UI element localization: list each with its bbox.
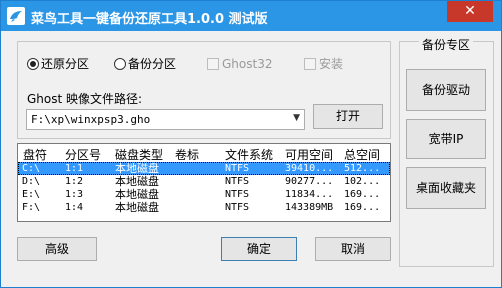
backup-driver-label: 备份驱动 [421,83,470,97]
bird-icon [7,7,25,25]
cancel-button[interactable]: 取消 [315,237,391,261]
open-file-button-label: 打开 [335,109,360,123]
partition-table[interactable]: 盘符 分区号 磁盘类型 卷标 文件系统 可用空间 总空间 C:\ 1:1 本地磁… [17,143,391,222]
cell-drive: D:\ [22,176,41,187]
ok-button-label: 确定 [246,242,271,256]
radio-backup-label: 备份分区 [128,57,177,71]
checkbox-install-label: 安装 [319,57,344,71]
advanced-button-label: 高级 [44,242,69,256]
cell-disk-type: 本地磁盘 [115,175,159,188]
cell-drive: F:\ [22,202,41,213]
table-row[interactable]: E:\ 1:3 本地磁盘 NTFS 11834... 169... [18,188,390,201]
desktop-favorites-label: 桌面收藏夹 [415,181,476,195]
cell-drive: C:\ [22,163,41,174]
column-header[interactable]: 文件系统 [225,146,273,163]
advanced-button[interactable]: 高级 [17,237,97,261]
ghost-path-value: F:\xp\winxpsp3.gho [31,113,151,126]
cell-disk-type: 本地磁盘 [115,188,159,201]
ok-button[interactable]: 确定 [221,237,297,261]
desktop-favorites-button[interactable]: 桌面收藏夹 [406,167,486,209]
checkbox-icon [304,58,316,70]
cell-disk-type: 本地磁盘 [115,162,159,175]
radio-checked-icon [27,58,39,70]
cell-filesystem: NTFS [225,163,250,174]
radio-restore-partition[interactable]: 还原分区 [27,56,89,72]
table-row[interactable]: D:\ 1:2 本地磁盘 NTFS 90277... 102... [18,175,390,188]
cell-free-space: 11834... [285,189,334,200]
cell-drive: E:\ [22,189,41,200]
close-icon: ✕ [464,3,476,19]
backup-driver-button[interactable]: 备份驱动 [406,69,486,111]
ghost-path-label: Ghost 映像文件路径: [27,92,143,106]
column-header[interactable]: 磁盘类型 [115,146,163,163]
cell-total-space: 512... [344,163,381,174]
ghost-path-combobox[interactable]: F:\xp\winxpsp3.gho ▼ [26,109,305,130]
column-header[interactable]: 可用空间 [285,146,333,163]
column-header[interactable]: 分区号 [65,146,101,163]
checkbox-ghost32[interactable]: Ghost32 [207,56,272,72]
cell-filesystem: NTFS [225,176,250,187]
column-header[interactable]: 卷标 [175,146,199,163]
cell-disk-type: 本地磁盘 [115,201,159,214]
cell-partition: 1:3 [65,189,84,200]
cell-free-space: 90277... [285,176,334,187]
cell-total-space: 102... [344,176,381,187]
broadband-ip-label: 宽带IP [428,132,464,146]
checkbox-ghost32-label: Ghost32 [222,57,273,71]
chevron-down-icon[interactable]: ▼ [293,113,300,123]
broadband-ip-button[interactable]: 宽带IP [406,119,486,159]
cell-partition: 1:4 [65,202,84,213]
client-area: 还原分区 备份分区 Ghost32 安装 Ghost 映像文件路径: F:\xp… [1,31,501,287]
cell-free-space: 39410... [285,163,334,174]
cell-partition: 1:1 [65,163,84,174]
title-bar[interactable]: 菜鸟工具一键备份还原工具1.0.0 测试版 ✕ [1,1,501,31]
cell-partition: 1:2 [65,176,84,187]
window-title: 菜鸟工具一键备份还原工具1.0.0 测试版 [31,12,268,27]
cell-filesystem: NTFS [225,189,250,200]
cell-total-space: 169... [344,202,381,213]
radio-backup-partition[interactable]: 备份分区 [114,56,176,72]
backup-panel-title: 备份专区 [419,36,474,53]
checkbox-install[interactable]: 安装 [304,56,343,72]
app-window: 菜鸟工具一键备份还原工具1.0.0 测试版 ✕ 还原分区 备份分区 Ghost3… [0,0,502,288]
close-button[interactable]: ✕ [447,1,493,22]
cell-total-space: 169... [344,189,381,200]
cell-filesystem: NTFS [225,202,250,213]
radio-unchecked-icon [114,58,126,70]
open-file-button[interactable]: 打开 [313,104,383,129]
table-row[interactable]: F:\ 1:4 本地磁盘 NTFS 143389MB 169... [18,201,390,214]
table-header: 盘符 分区号 磁盘类型 卷标 文件系统 可用空间 总空间 [18,144,390,163]
table-row[interactable]: C:\ 1:1 本地磁盘 NTFS 39410... 512... [18,162,390,175]
radio-restore-label: 还原分区 [41,57,90,71]
cancel-button-label: 取消 [340,242,365,256]
column-header[interactable]: 总空间 [344,146,380,163]
cell-free-space: 143389MB [285,202,334,213]
checkbox-icon [207,58,219,70]
column-header[interactable]: 盘符 [23,146,47,163]
